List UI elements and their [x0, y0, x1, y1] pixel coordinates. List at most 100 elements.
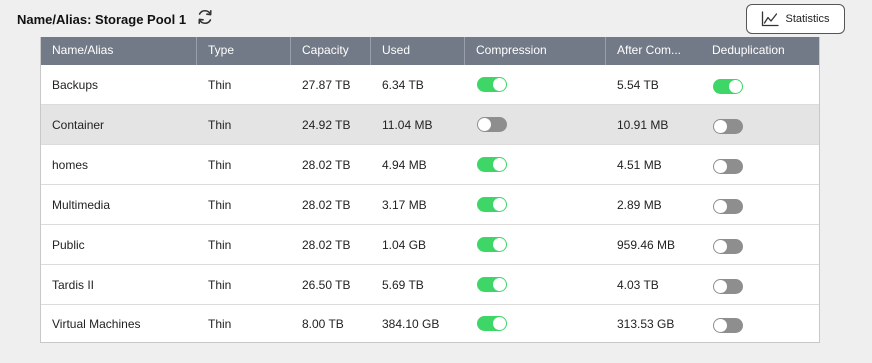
column-header-name[interactable]: Name/Alias: [41, 37, 197, 65]
cell-used: 6.34 TB: [382, 77, 424, 92]
toggle-knob: [714, 160, 727, 173]
cell-type: Thin: [208, 117, 232, 132]
cell-capacity: 26.50 TB: [302, 277, 351, 292]
cell-capacity: 28.02 TB: [302, 237, 351, 252]
toggle-knob: [714, 120, 727, 133]
cell-after-compression: 2.89 MB: [617, 197, 662, 212]
toggle-knob: [493, 317, 506, 331]
statistics-label: Statistics: [785, 13, 830, 25]
cell-compression: [465, 316, 606, 332]
compression-toggle[interactable]: [477, 117, 507, 133]
compression-toggle[interactable]: [477, 237, 507, 253]
deduplication-toggle[interactable]: [713, 79, 743, 94]
refresh-button[interactable]: [194, 8, 216, 30]
cell-after-compression: 313.53 GB: [617, 316, 675, 331]
cell-capacity: 27.87 TB: [302, 77, 351, 92]
column-header-type[interactable]: Type: [197, 37, 291, 65]
cell-after-compression: 4.51 MB: [617, 157, 662, 172]
cell-after-compression: 5.54 TB: [617, 77, 659, 92]
toggle-knob: [714, 280, 727, 293]
panel-header: Name/Alias: Storage Pool 1: [17, 8, 216, 30]
cell-deduplication: [701, 235, 819, 254]
cell-used: 4.94 MB: [382, 157, 427, 172]
toggle-knob: [493, 278, 506, 292]
compression-toggle[interactable]: [477, 277, 507, 293]
statistics-button[interactable]: Statistics: [746, 4, 845, 34]
cell-after-compression: 959.46 MB: [617, 237, 676, 252]
column-header-used[interactable]: Used: [371, 37, 465, 65]
cell-compression: [465, 197, 606, 213]
table-row[interactable]: Public Thin 28.02 TB 1.04 GB 959.46 MB: [41, 225, 819, 265]
toggle-knob: [714, 240, 727, 253]
cell-after-compression: 10.91 MB: [617, 117, 669, 132]
cell-type: Thin: [208, 316, 232, 331]
cell-deduplication: [701, 314, 819, 333]
compression-toggle[interactable]: [477, 157, 507, 173]
column-header-deduplication[interactable]: Deduplication: [701, 37, 819, 65]
cell-type: Thin: [208, 237, 232, 252]
cell-name: Container: [52, 117, 105, 132]
toggle-knob: [714, 200, 727, 213]
cell-deduplication: [701, 275, 819, 294]
cell-name: Public: [52, 237, 85, 252]
deduplication-toggle[interactable]: [713, 279, 743, 294]
deduplication-toggle[interactable]: [713, 239, 743, 254]
cell-type: Thin: [208, 157, 232, 172]
deduplication-toggle[interactable]: [713, 159, 743, 174]
storage-pool-table: Name/Alias Type Capacity Used Compressio…: [40, 37, 820, 343]
table-row[interactable]: Multimedia Thin 28.02 TB 3.17 MB 2.89 MB: [41, 185, 819, 225]
cell-name: Virtual Machines: [52, 316, 141, 331]
cell-capacity: 28.02 TB: [302, 157, 351, 172]
cell-used: 3.17 MB: [382, 197, 427, 212]
cell-deduplication: [701, 115, 819, 134]
page-title: Name/Alias: Storage Pool 1: [17, 11, 187, 27]
cell-deduplication: [701, 195, 819, 214]
cell-used: 11.04 MB: [382, 117, 433, 132]
cell-capacity: 8.00 TB: [302, 316, 344, 331]
toggle-knob: [729, 80, 742, 93]
table-row[interactable]: Virtual Machines Thin 8.00 TB 384.10 GB …: [41, 305, 819, 342]
cell-name: Backups: [52, 77, 99, 92]
column-header-after-compression[interactable]: After Com...: [606, 37, 701, 65]
compression-toggle[interactable]: [477, 197, 507, 213]
refresh-icon: [195, 7, 215, 32]
table-row[interactable]: homes Thin 28.02 TB 4.94 MB 4.51 MB: [41, 145, 819, 185]
line-chart-icon: [761, 11, 780, 27]
toggle-knob: [493, 198, 506, 212]
cell-type: Thin: [208, 277, 232, 292]
cell-used: 384.10 GB: [382, 316, 440, 331]
cell-type: Thin: [208, 197, 232, 212]
cell-deduplication: [701, 75, 819, 94]
cell-compression: [465, 117, 606, 133]
cell-compression: [465, 157, 606, 173]
cell-capacity: 28.02 TB: [302, 197, 351, 212]
compression-toggle[interactable]: [477, 316, 507, 332]
table-row[interactable]: Backups Thin 27.87 TB 6.34 TB 5.54 TB: [41, 65, 819, 105]
table-row[interactable]: Container Thin 24.92 TB 11.04 MB 10.91 M…: [41, 105, 819, 145]
cell-compression: [465, 237, 606, 253]
toggle-knob: [493, 238, 506, 252]
cell-name: Multimedia: [52, 197, 111, 212]
cell-compression: [465, 277, 606, 293]
cell-compression: [465, 77, 606, 93]
cell-type: Thin: [208, 77, 232, 92]
deduplication-toggle[interactable]: [713, 199, 743, 214]
cell-after-compression: 4.03 TB: [617, 277, 659, 292]
compression-toggle[interactable]: [477, 77, 507, 93]
cell-name: Tardis II: [52, 277, 95, 292]
toggle-knob: [478, 118, 491, 132]
cell-used: 1.04 GB: [382, 237, 427, 252]
cell-name: homes: [52, 157, 89, 172]
cell-deduplication: [701, 155, 819, 174]
table-row[interactable]: Tardis II Thin 26.50 TB 5.69 TB 4.03 TB: [41, 265, 819, 305]
toggle-knob: [493, 78, 506, 92]
deduplication-toggle[interactable]: [713, 119, 743, 134]
cell-capacity: 24.92 TB: [302, 117, 351, 132]
column-header-capacity[interactable]: Capacity: [291, 37, 371, 65]
toggle-knob: [714, 319, 727, 332]
column-header-compression[interactable]: Compression: [465, 37, 606, 65]
cell-used: 5.69 TB: [382, 277, 424, 292]
toggle-knob: [493, 158, 506, 172]
deduplication-toggle[interactable]: [713, 318, 743, 333]
table-header: Name/Alias Type Capacity Used Compressio…: [41, 37, 819, 65]
